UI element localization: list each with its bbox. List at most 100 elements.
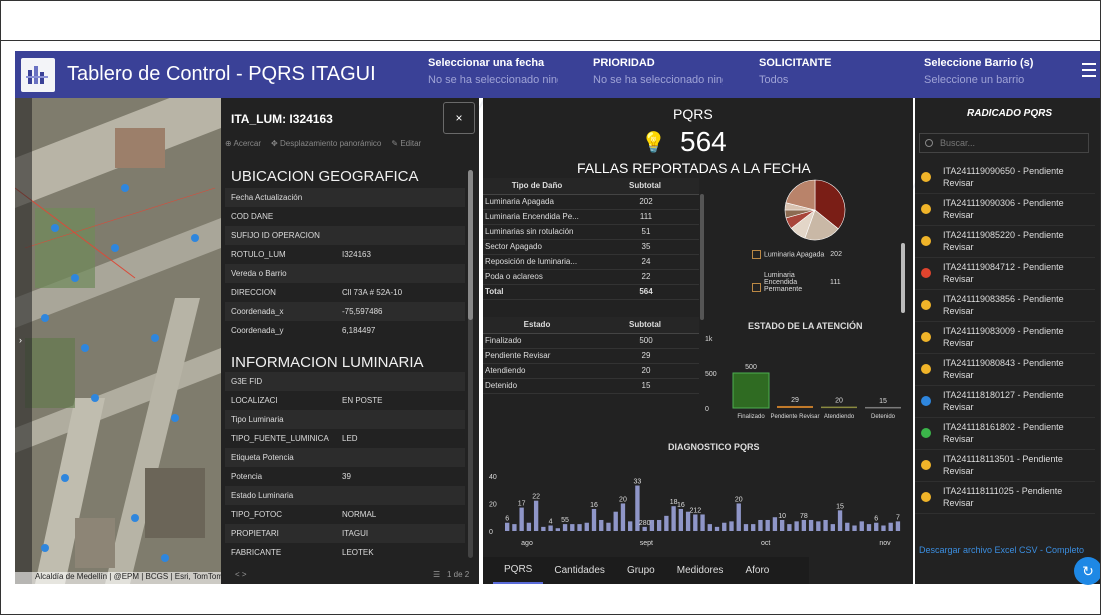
tab-cantidades[interactable]: Cantidades — [543, 557, 616, 584]
table-cell: Pendiente Revisar — [483, 348, 591, 364]
map-collapse-handle[interactable] — [15, 98, 32, 584]
bar — [787, 524, 792, 531]
popup-pager: 1 de 2 — [447, 570, 470, 579]
dashboard-tabs: PQRS Cantidades Grupo Medidores Aforo — [483, 557, 809, 584]
attribute-value: I324163 — [342, 250, 371, 259]
table-header[interactable]: Estado — [483, 317, 591, 334]
tab-aforo[interactable]: Aforo — [734, 557, 780, 584]
attribute-row: TIPO_FOTOC NORMAL — [225, 505, 465, 524]
tab-grupo[interactable]: Grupo — [616, 557, 666, 584]
bar — [865, 406, 901, 409]
table-cell: 564 — [591, 284, 699, 300]
chevron-right-icon[interactable]: › — [19, 335, 22, 345]
data-label: 6 — [505, 516, 509, 523]
list-icon[interactable]: ☰ — [433, 570, 440, 579]
list-item[interactable]: ITA241119080843 - Pendiente Revisar — [915, 354, 1095, 386]
dano-table-scrollbar[interactable] — [700, 194, 704, 320]
table-cell: 202 — [591, 194, 699, 210]
table-row[interactable]: Finalizado 500 — [483, 333, 699, 349]
refresh-button[interactable]: ↻ — [1074, 557, 1100, 585]
attribute-value: Cll 73A # 52A-10 — [342, 288, 403, 297]
bar — [526, 522, 532, 531]
list-item-label: ITA241119084712 - Pendiente Revisar — [943, 262, 1064, 284]
list-item[interactable]: ITA241118161802 - Pendiente Revisar — [915, 418, 1095, 450]
list-item[interactable]: ITA241118111025 - Pendiente Revisar — [915, 482, 1095, 514]
pie-legend-item[interactable]: Luminaria Apagada 202 — [752, 250, 842, 259]
bar — [794, 521, 799, 531]
search-input[interactable]: Buscar... — [919, 133, 1089, 153]
pie-legend-item[interactable]: Luminaria Encendida Permanente 111 — [752, 272, 841, 293]
table-row[interactable]: Pendiente Revisar 29 — [483, 348, 699, 364]
data-label: 500 — [745, 364, 757, 371]
bar — [765, 519, 770, 531]
table-row[interactable]: Luminaria Encendida Pe... 111 — [483, 209, 699, 225]
bar — [751, 524, 756, 531]
map-attribution: Alcaldía de Medellín | @EPM | BCGS | Esr… — [15, 572, 221, 584]
bar — [758, 519, 763, 531]
popup-toolbar: ⊕ Acercar ✥ Desplazamiento panorámico ✎ … — [225, 139, 421, 148]
attribute-key: Fecha Actualización — [231, 193, 303, 202]
data-label: 78 — [800, 513, 808, 520]
attribute-row: Estado Luminaria — [225, 486, 465, 505]
bar — [823, 519, 828, 531]
tab-medidores[interactable]: Medidores — [666, 557, 735, 584]
date-filter[interactable]: Seleccionar una fecha No se ha seleccion… — [428, 57, 558, 86]
table-cell: Detenido — [483, 378, 591, 394]
attribute-key: G3E FID — [231, 377, 263, 386]
zoom-to-button[interactable]: ⊕ Acercar — [225, 139, 261, 148]
list-item-label: ITA241119090650 - Pendiente Revisar — [943, 166, 1064, 188]
list-item[interactable]: ITA241118180127 - Pendiente Revisar — [915, 386, 1095, 418]
priority-filter[interactable]: PRIORIDAD No se ha seleccionado ningun — [593, 57, 723, 86]
list-item-label: ITA241118113501 - Pendiente Revisar — [943, 454, 1063, 476]
priority-filter-value: No se ha seleccionado ningun — [593, 74, 723, 86]
bar — [584, 522, 589, 531]
bar — [830, 524, 835, 531]
map-view[interactable] — [15, 98, 221, 584]
list-item[interactable]: ITA241119083856 - Pendiente Revisar — [915, 290, 1095, 322]
pan-button[interactable]: ✥ Desplazamiento panorámico — [271, 139, 381, 148]
bar — [678, 508, 684, 531]
attribute-row: DIRECCION Cll 73A # 52A-10 — [225, 283, 465, 302]
requester-filter[interactable]: SOLICITANTE Todos — [759, 57, 889, 86]
popup-scrollbar-thumb[interactable] — [468, 170, 473, 320]
list-item[interactable]: ITA241119083009 - Pendiente Revisar — [915, 322, 1095, 354]
list-item[interactable]: ITA241119090650 - Pendiente Revisar — [915, 162, 1095, 194]
popup-nav-arrows[interactable]: < > — [235, 570, 247, 579]
x-tick-label: ago — [521, 540, 533, 547]
attribute-row: Fecha Actualización — [225, 188, 465, 207]
table-row[interactable]: Detenido 15 — [483, 378, 699, 394]
table-row[interactable]: Atendiendo 20 — [483, 363, 699, 379]
table-row[interactable]: Reposición de luminaria... 24 — [483, 254, 699, 270]
table-row[interactable]: Luminaria Apagada 202 — [483, 194, 699, 210]
app-title: Tablero de Control - PQRS ITAGUI — [67, 63, 376, 85]
bar — [777, 405, 813, 408]
pqrs-indicator-label: PQRS — [673, 106, 713, 122]
hamburger-menu-icon[interactable] — [1082, 63, 1096, 77]
list-item[interactable]: ITA241119090306 - Pendiente Revisar — [915, 194, 1095, 226]
table-cell: 20 — [591, 363, 699, 379]
status-icon — [921, 460, 931, 470]
close-button[interactable]: × — [443, 102, 475, 134]
status-icon — [921, 268, 931, 278]
list-item[interactable]: ITA241119085220 - Pendiente Revisar — [915, 226, 1095, 258]
list-item[interactable]: ITA241118113501 - Pendiente Revisar — [915, 450, 1095, 482]
edit-button[interactable]: ✎ Editar — [391, 139, 421, 148]
tab-pqrs[interactable]: PQRS — [493, 557, 544, 584]
table-header[interactable]: Tipo de Daño — [483, 178, 591, 195]
download-csv-link[interactable]: Descargar archivo Excel CSV - Completo — [919, 544, 1089, 556]
attribute-value: 6,184497 — [342, 326, 376, 335]
bar — [541, 526, 546, 531]
attribute-value: LEOTEK — [342, 548, 374, 557]
bar — [613, 511, 618, 531]
legend-scrollbar[interactable] — [901, 243, 905, 313]
table-row[interactable]: Sector Apagado 35 — [483, 239, 699, 255]
list-item[interactable]: ITA241119084712 - Pendiente Revisar — [915, 258, 1095, 290]
table-row[interactable]: Luminarias sin rotulación 51 — [483, 224, 699, 240]
neighborhood-filter[interactable]: Seleccione Barrio (s) Seleccione un barr… — [924, 57, 1054, 86]
table-header[interactable]: Subtotal — [591, 178, 699, 195]
table-row[interactable]: Poda o aclareos 22 — [483, 269, 699, 285]
radicado-panel: RADICADO PQRS Buscar... ITA241119090650 … — [915, 98, 1100, 584]
estado-table: Estado Subtotal Finalizado 500 Pendiente R… — [483, 317, 699, 394]
bar — [895, 521, 901, 531]
table-header[interactable]: Subtotal — [591, 317, 699, 334]
